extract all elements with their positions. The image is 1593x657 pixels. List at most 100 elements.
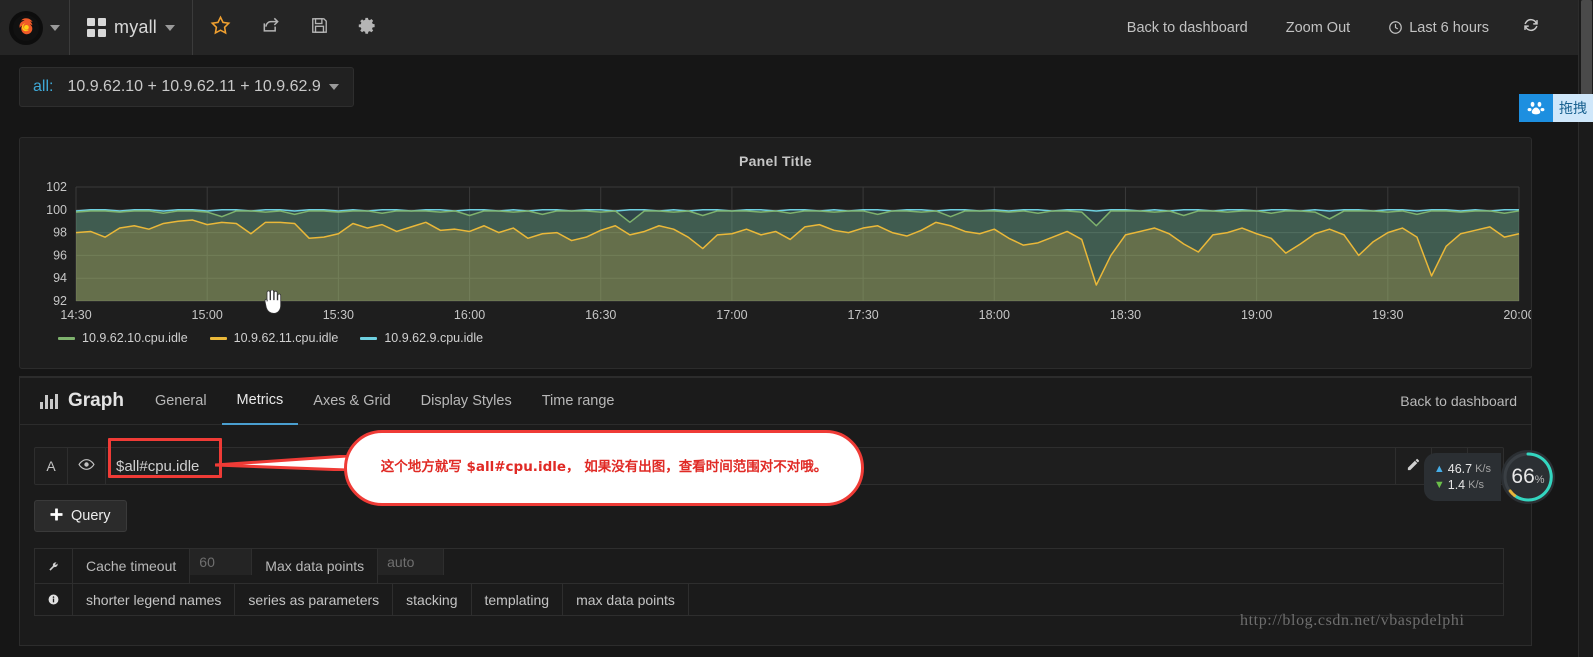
pencil-icon [1406,457,1421,475]
panel-title[interactable]: Panel Title [20,138,1531,169]
navbar-right-group: Back to dashboard Zoom Out Last 6 hours [1108,0,1578,55]
dashboard-title: myall [114,17,158,37]
dashboard-picker[interactable]: myall [70,0,194,55]
upload-speed-value: 46.7 [1447,462,1473,476]
options-spacer [444,549,1503,583]
legend-label: 10.9.62.11.cpu.idle [233,331,339,345]
svg-text:17:00: 17:00 [716,308,747,322]
watermark-url: http://blog.csdn.net/vbaspdelphi [1240,612,1465,629]
download-speed-value: 1.4 [1447,478,1466,492]
svg-text:98: 98 [53,226,67,240]
max-data-points-label: Max data points [252,549,379,583]
graph-chart[interactable]: 102 100 98 96 94 92 14:30 15:00 15:30 16:00 16:30 1… [20,169,1531,329]
legend-item[interactable]: 10.9.62.9.cpu.idle [360,331,483,345]
eye-icon [78,458,95,474]
cache-timeout-input[interactable]: 60 [190,549,253,575]
help-link-shorter-legend-names[interactable]: shorter legend names [73,584,236,615]
help-link-stacking[interactable]: stacking [393,584,472,615]
download-speed-line: ▼ 1.4 K/s [1434,478,1491,492]
add-query-button[interactable]: Query [34,500,127,532]
panel-editor: Graph General Metrics Axes & Grid Displa… [19,376,1532,646]
settings-button[interactable] [343,0,391,55]
editor-brand: Graph [32,390,140,412]
network-speed-readout: ▲ 46.7 K/s ▼ 1.4 K/s [1423,453,1501,501]
callout-tail [215,455,347,471]
svg-text:102: 102 [46,180,67,194]
svg-text:19:00: 19:00 [1241,308,1272,322]
max-data-points-input[interactable]: auto [378,549,445,575]
clock-icon [1388,20,1403,35]
star-button[interactable] [193,0,247,55]
template-variables-bar: all: 10.9.62.10 + 10.9.62.11 + 10.9.62.9 [0,55,1578,120]
star-icon [210,14,231,41]
svg-text:15:30: 15:30 [323,308,354,322]
svg-text:17:30: 17:30 [847,308,878,322]
svg-text:18:30: 18:30 [1110,308,1141,322]
annotation-callout-text: 这个地方就写 $all#cpu.idle， 如果没有出图，查看时间范围对不对哦。 [380,459,828,476]
tab-axes-grid[interactable]: Axes & Grid [298,378,405,425]
svg-text:16:30: 16:30 [585,308,616,322]
legend-swatch [360,336,378,340]
svg-text:94: 94 [53,271,67,285]
annotation-callout: 这个地方就写 $all#cpu.idle， 如果没有出图，查看时间范围对不对哦。 [344,430,864,506]
gauge-ring-icon [1503,452,1553,502]
arrow-down-icon: ▼ [1433,479,1445,491]
save-button[interactable] [295,0,343,55]
info-icon [35,584,73,615]
nav-zoom-out-button[interactable]: Zoom Out [1267,0,1369,55]
refresh-icon [1522,16,1540,39]
grafana-home-button[interactable] [0,0,70,55]
tab-general[interactable]: General [140,378,222,425]
browser-drag-widget[interactable]: 拖拽 [1519,94,1593,122]
chevron-down-icon [50,24,60,31]
tab-display-styles[interactable]: Display Styles [406,378,527,425]
chart-svg: 102 100 98 96 94 9214:30 15:00 15:30 16:00 16:30 1… [46,180,1531,322]
query-visibility-toggle[interactable] [68,448,106,484]
help-link-templating[interactable]: templating [472,584,564,615]
svg-text:20:00: 20:00 [1503,308,1531,322]
download-speed-unit: K/s [1468,479,1485,491]
svg-text:14:30: 14:30 [60,308,91,322]
query-letter: A [35,448,68,484]
cache-timeout-label: Cache timeout [73,549,191,583]
chevron-down-icon [328,84,339,90]
template-variable-label: all: [33,78,54,95]
baidu-logo-icon [1519,94,1553,122]
template-variable-all[interactable]: all: 10.9.62.10 + 10.9.62.11 + 10.9.62.9 [19,67,354,107]
legend-item[interactable]: 10.9.62.10.cpu.idle [58,331,188,345]
save-icon [310,16,329,40]
legend-swatch [209,336,227,340]
tab-time-range[interactable]: Time range [527,378,630,425]
svg-text:96: 96 [53,248,67,262]
query-options-row: Cache timeout 60 Max data points auto [34,548,1504,584]
network-speed-widget[interactable]: ▲ 46.7 K/s ▼ 1.4 K/s 66% [1423,450,1555,504]
drag-widget-label: 拖拽 [1553,94,1593,122]
svg-text:92: 92 [53,294,67,308]
upload-speed-unit: K/s [1475,463,1491,475]
bar-chart-icon [40,393,58,409]
refresh-button[interactable] [1508,0,1558,55]
chart-legend: 10.9.62.10.cpu.idle 10.9.62.11.cpu.idle … [20,331,1531,345]
editor-brand-label: Graph [68,390,124,411]
dashboard-grid-icon [87,18,106,37]
cpu-usage-gauge[interactable]: 66% [1501,450,1555,504]
tab-metrics[interactable]: Metrics [221,378,299,425]
share-button[interactable] [247,0,295,55]
help-link-max-data-points[interactable]: max data points [563,584,689,615]
help-link-series-as-parameters[interactable]: series as parameters [235,584,394,615]
share-icon [261,15,281,40]
nav-time-range-picker[interactable]: Last 6 hours [1369,0,1508,55]
legend-label: 10.9.62.10.cpu.idle [82,331,188,345]
add-query-label: Query [71,508,111,524]
legend-label: 10.9.62.9.cpu.idle [384,331,484,345]
legend-swatch [58,336,75,340]
top-navbar: myall Back to dashboard Zoom Out Last 6 … [0,0,1578,55]
svg-text:19:30: 19:30 [1372,308,1403,322]
plus-icon [50,507,63,525]
navbar-left-group: myall [0,0,391,55]
editor-back-to-dashboard-link[interactable]: Back to dashboard [1400,393,1517,409]
legend-item[interactable]: 10.9.62.11.cpu.idle [209,331,339,345]
nav-back-to-dashboard-link[interactable]: Back to dashboard [1108,0,1267,55]
time-range-label: Last 6 hours [1409,19,1489,36]
editor-tab-bar: Graph General Metrics Axes & Grid Displa… [20,378,1531,425]
